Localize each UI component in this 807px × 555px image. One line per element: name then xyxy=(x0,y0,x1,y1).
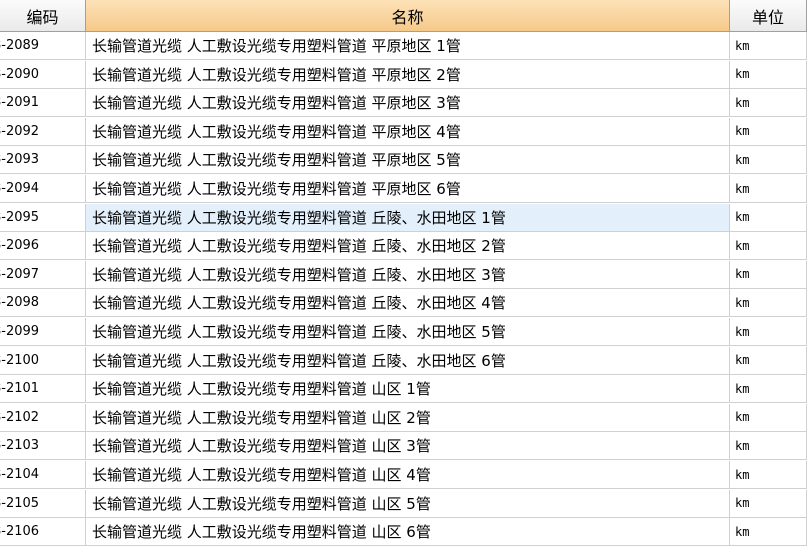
row-unit-cell[interactable]: km xyxy=(730,60,807,89)
row-unit-cell[interactable]: km xyxy=(730,203,807,232)
table-row[interactable]: 8-2104长输管道光缆 人工敷设光缆专用塑料管道 山区 4管km xyxy=(0,461,807,489)
row-code-cell[interactable]: 8-2091 xyxy=(0,89,86,118)
table-row[interactable]: 8-2089长输管道光缆 人工敷设光缆专用塑料管道 平原地区 1管km xyxy=(0,32,807,60)
row-unit-cell[interactable]: km xyxy=(730,232,807,261)
column-header-name[interactable]: 名称 xyxy=(86,0,730,32)
row-unit-cell[interactable]: km xyxy=(730,89,807,118)
row-code-cell[interactable]: 8-2103 xyxy=(0,432,86,461)
row-code-cell[interactable]: 8-2089 xyxy=(0,32,86,60)
table-row[interactable]: 8-2097长输管道光缆 人工敷设光缆专用塑料管道 丘陵、水田地区 3管km xyxy=(0,260,807,289)
row-name-cell[interactable]: 长输管道光缆 人工敷设光缆专用塑料管道 丘陵、水田地区 2管 xyxy=(86,232,730,261)
row-unit-cell[interactable]: km xyxy=(730,489,807,518)
table-row[interactable]: 8-2094长输管道光缆 人工敷设光缆专用塑料管道 平原地区 6管km xyxy=(0,175,807,203)
table-row[interactable]: 8-2090长输管道光缆 人工敷设光缆专用塑料管道 平原地区 2管km xyxy=(0,60,807,89)
row-unit-cell[interactable]: km xyxy=(730,117,807,146)
row-code-cell[interactable]: 8-2104 xyxy=(0,461,86,489)
row-unit-cell[interactable]: km xyxy=(730,32,807,60)
row-code-cell[interactable]: 8-2099 xyxy=(0,318,86,346)
row-name-cell[interactable]: 长输管道光缆 人工敷设光缆专用塑料管道 山区 2管 xyxy=(86,403,730,432)
row-name-cell[interactable]: 长输管道光缆 人工敷设光缆专用塑料管道 平原地区 3管 xyxy=(86,89,730,118)
row-name-cell[interactable]: 长输管道光缆 人工敷设光缆专用塑料管道 山区 6管 xyxy=(86,518,730,547)
table-row[interactable]: 8-2105长输管道光缆 人工敷设光缆专用塑料管道 山区 5管km xyxy=(0,489,807,518)
row-unit-cell[interactable]: km xyxy=(730,146,807,175)
row-name-cell[interactable]: 长输管道光缆 人工敷设光缆专用塑料管道 山区 1管 xyxy=(86,375,730,404)
row-name-cell[interactable]: 长输管道光缆 人工敷设光缆专用塑料管道 平原地区 4管 xyxy=(86,117,730,146)
row-unit-cell[interactable]: km xyxy=(730,403,807,432)
row-code-cell[interactable]: 8-2096 xyxy=(0,232,86,261)
column-header-unit[interactable]: 单位 xyxy=(730,0,807,32)
table-row[interactable]: 8-2098长输管道光缆 人工敷设光缆专用塑料管道 丘陵、水田地区 4管km xyxy=(0,289,807,318)
row-name-cell[interactable]: 长输管道光缆 人工敷设光缆专用塑料管道 丘陵、水田地区 5管 xyxy=(86,318,730,346)
table-row[interactable]: 8-2092长输管道光缆 人工敷设光缆专用塑料管道 平原地区 4管km xyxy=(0,117,807,146)
row-name-cell[interactable]: 长输管道光缆 人工敷设光缆专用塑料管道 丘陵、水田地区 6管 xyxy=(86,346,730,375)
row-code-cell[interactable]: 8-2106 xyxy=(0,518,86,547)
row-name-cell[interactable]: 长输管道光缆 人工敷设光缆专用塑料管道 平原地区 5管 xyxy=(86,146,730,175)
row-unit-cell[interactable]: km xyxy=(730,260,807,289)
row-code-cell[interactable]: 8-2094 xyxy=(0,175,86,203)
row-code-cell[interactable]: 8-2100 xyxy=(0,346,86,375)
table-row[interactable]: 8-2100长输管道光缆 人工敷设光缆专用塑料管道 丘陵、水田地区 6管km xyxy=(0,346,807,375)
row-code-cell[interactable]: 8-2092 xyxy=(0,117,86,146)
row-unit-cell[interactable]: km xyxy=(730,518,807,547)
row-name-cell[interactable]: 长输管道光缆 人工敷设光缆专用塑料管道 山区 3管 xyxy=(86,432,730,461)
row-name-cell[interactable]: 长输管道光缆 人工敷设光缆专用塑料管道 平原地区 2管 xyxy=(86,60,730,89)
table-row[interactable]: 8-2095长输管道光缆 人工敷设光缆专用塑料管道 丘陵、水田地区 1管km xyxy=(0,203,807,232)
column-header-code[interactable]: 编码 xyxy=(0,0,86,32)
row-unit-cell[interactable]: km xyxy=(730,346,807,375)
row-name-cell[interactable]: 长输管道光缆 人工敷设光缆专用塑料管道 山区 4管 xyxy=(86,461,730,489)
row-code-cell[interactable]: 8-2095 xyxy=(0,203,86,232)
row-code-cell[interactable]: 8-2097 xyxy=(0,260,86,289)
row-name-cell[interactable]: 长输管道光缆 人工敷设光缆专用塑料管道 山区 5管 xyxy=(86,489,730,518)
row-name-cell[interactable]: 长输管道光缆 人工敷设光缆专用塑料管道 丘陵、水田地区 3管 xyxy=(86,260,730,289)
row-code-cell[interactable]: 8-2105 xyxy=(0,489,86,518)
table-row[interactable]: 8-2091长输管道光缆 人工敷设光缆专用塑料管道 平原地区 3管km xyxy=(0,89,807,118)
table-row[interactable]: 8-2102长输管道光缆 人工敷设光缆专用塑料管道 山区 2管km xyxy=(0,403,807,432)
row-unit-cell[interactable]: km xyxy=(730,375,807,404)
row-name-cell[interactable]: 长输管道光缆 人工敷设光缆专用塑料管道 丘陵、水田地区 1管 xyxy=(86,203,730,232)
row-unit-cell[interactable]: km xyxy=(730,432,807,461)
row-unit-cell[interactable]: km xyxy=(730,175,807,203)
row-name-cell[interactable]: 长输管道光缆 人工敷设光缆专用塑料管道 平原地区 6管 xyxy=(86,175,730,203)
row-unit-cell[interactable]: km xyxy=(730,289,807,318)
quota-table: 编码 名称 单位 8-2089长输管道光缆 人工敷设光缆专用塑料管道 平原地区 … xyxy=(0,0,807,555)
table-row[interactable]: 8-2099长输管道光缆 人工敷设光缆专用塑料管道 丘陵、水田地区 5管km xyxy=(0,318,807,346)
table-row[interactable]: 8-2101长输管道光缆 人工敷设光缆专用塑料管道 山区 1管km xyxy=(0,375,807,404)
table-row[interactable]: 8-2093长输管道光缆 人工敷设光缆专用塑料管道 平原地区 5管km xyxy=(0,146,807,175)
row-unit-cell[interactable]: km xyxy=(730,318,807,346)
table-row[interactable]: 8-2103长输管道光缆 人工敷设光缆专用塑料管道 山区 3管km xyxy=(0,432,807,461)
row-name-cell[interactable]: 长输管道光缆 人工敷设光缆专用塑料管道 丘陵、水田地区 4管 xyxy=(86,289,730,318)
row-code-cell[interactable]: 8-2102 xyxy=(0,403,86,432)
row-name-cell[interactable]: 长输管道光缆 人工敷设光缆专用塑料管道 平原地区 1管 xyxy=(86,32,730,60)
row-code-cell[interactable]: 8-2093 xyxy=(0,146,86,175)
row-unit-cell[interactable]: km xyxy=(730,461,807,489)
table-row[interactable]: 8-2106长输管道光缆 人工敷设光缆专用塑料管道 山区 6管km xyxy=(0,518,807,547)
row-code-cell[interactable]: 8-2101 xyxy=(0,375,86,404)
row-code-cell[interactable]: 8-2090 xyxy=(0,60,86,89)
table-row[interactable]: 8-2096长输管道光缆 人工敷设光缆专用塑料管道 丘陵、水田地区 2管km xyxy=(0,232,807,261)
row-code-cell[interactable]: 8-2098 xyxy=(0,289,86,318)
